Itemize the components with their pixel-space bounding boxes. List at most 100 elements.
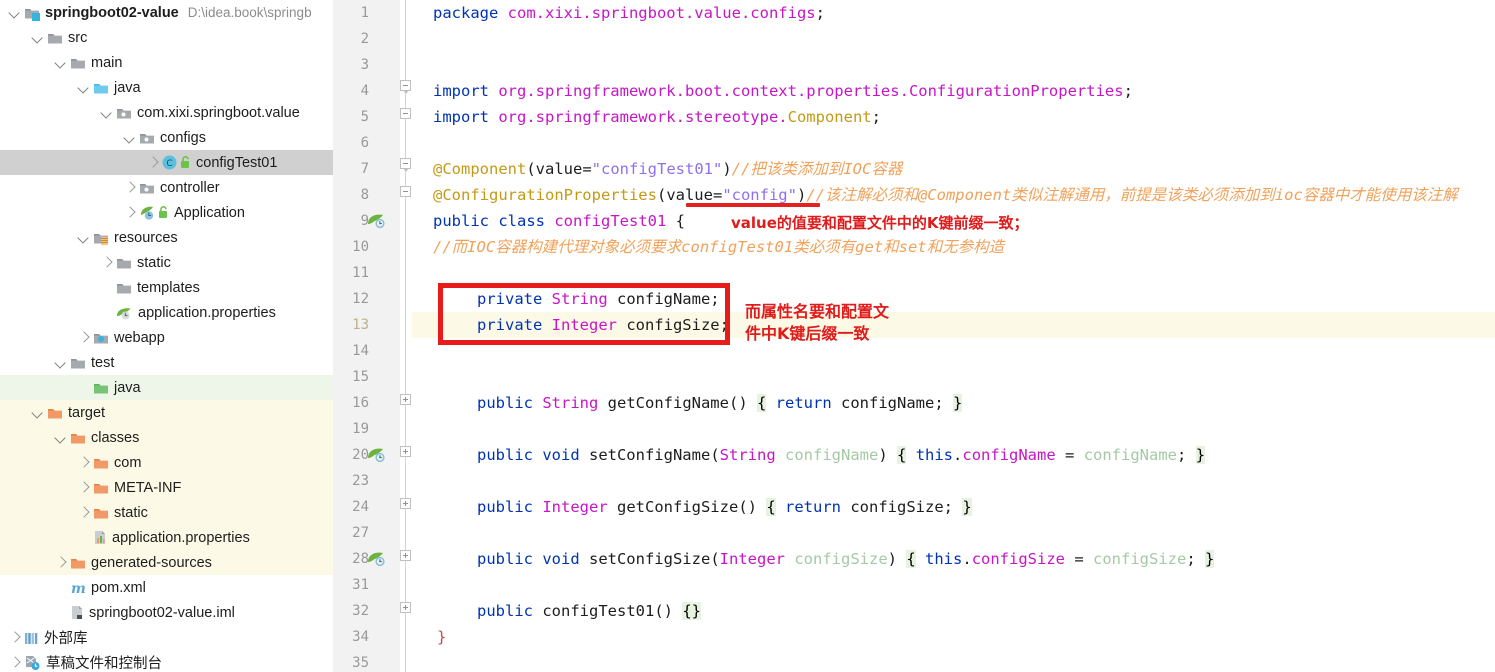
tree-row-controller[interactable]: controller (0, 175, 333, 200)
fold-box-constructor-32[interactable] (400, 602, 411, 613)
chevron-down-icon[interactable] (54, 431, 67, 444)
chevron-down-icon[interactable] (100, 106, 113, 119)
tree-row-application.properties[interactable]: application.properties (0, 300, 333, 325)
line-number[interactable]: 28 (333, 546, 369, 572)
code-line-9[interactable]: public class configTest01 { (433, 208, 685, 234)
tree-row-main[interactable]: main (0, 50, 333, 75)
line-number[interactable]: 24 (333, 494, 369, 520)
code-line-28[interactable]: public void setConfigSize(Integer config… (477, 546, 1215, 572)
line-number[interactable]: 11 (333, 260, 369, 286)
chevron-right-icon[interactable] (77, 481, 90, 494)
fold-box-method-28[interactable] (400, 550, 411, 561)
code-line-24[interactable]: public Integer getConfigSize() { return … (477, 494, 972, 520)
spring-bean-gutter-icon[interactable] (367, 213, 389, 229)
line-number[interactable]: 35 (333, 650, 369, 672)
tree-row-static[interactable]: static (0, 250, 333, 275)
line-number[interactable]: 10 (333, 234, 369, 260)
spring-bean-gutter-icon[interactable] (367, 447, 389, 463)
line-number[interactable]: 1 (333, 0, 369, 26)
line-number[interactable]: 3 (333, 52, 369, 78)
tree-row-src[interactable]: src (0, 25, 333, 50)
line-number[interactable]: 23 (333, 468, 369, 494)
line-number[interactable]: 15 (333, 364, 369, 390)
fold-box-method-20[interactable] (400, 446, 411, 457)
chevron-right-icon[interactable] (8, 656, 21, 669)
chevron-right-icon[interactable] (54, 556, 67, 569)
tree-row-springboot02-value.iml[interactable]: springboot02-value.iml (0, 600, 333, 625)
chevron-down-icon[interactable] (8, 6, 21, 19)
line-number[interactable]: 16 (333, 390, 369, 416)
line-number[interactable]: 5 (333, 104, 369, 130)
code-folding-strip[interactable] (400, 0, 412, 672)
tree-row-generated-sources[interactable]: generated-sources (0, 550, 333, 575)
line-number[interactable]: 2 (333, 26, 369, 52)
chevron-right-icon[interactable] (77, 506, 90, 519)
tree-row-META-INF[interactable]: META-INF (0, 475, 333, 500)
code-line-1[interactable]: package com.xixi.springboot.value.config… (433, 0, 825, 26)
chevron-right-icon[interactable] (8, 631, 21, 644)
line-number[interactable]: 12 (333, 286, 369, 312)
fold-box-method-24[interactable] (400, 498, 411, 509)
code-line-7[interactable]: @Component(value="configTest01")//把该类添加到… (433, 156, 902, 182)
line-number[interactable]: 8 (333, 182, 369, 208)
code-line-32[interactable]: public configTest01() {} (477, 598, 701, 624)
chevron-down-icon[interactable] (54, 356, 67, 369)
fold-arrow-import-block[interactable] (400, 80, 411, 95)
line-number[interactable]: 6 (333, 130, 369, 156)
line-number[interactable]: 32 (333, 598, 369, 624)
tree-row-springboot02-value[interactable]: springboot02-value D:\idea.book\springb (0, 0, 333, 25)
line-number[interactable]: 7 (333, 156, 369, 182)
fold-arrow-annotations[interactable] (400, 158, 411, 173)
code-line-16[interactable]: public String getConfigName() { return c… (477, 390, 963, 416)
code-line-10[interactable]: //而IOC容器构建代理对象必须要求configTest01类必须有get和se… (433, 234, 1004, 260)
chevron-down-icon[interactable] (31, 406, 44, 419)
tree-row-com.xixi.springboot.value[interactable]: com.xixi.springboot.value (0, 100, 333, 125)
line-number[interactable]: 20 (333, 442, 369, 468)
code-line-5[interactable]: import org.springframework.stereotype.Co… (433, 104, 881, 130)
chevron-right-icon[interactable] (146, 156, 159, 169)
chevron-right-icon[interactable] (77, 456, 90, 469)
chevron-right-icon[interactable] (123, 206, 136, 219)
fold-box-method-16[interactable] (400, 394, 411, 405)
tree-row-webapp[interactable]: webapp (0, 325, 333, 350)
chevron-right-icon[interactable] (100, 256, 113, 269)
tree-row-test[interactable]: test (0, 350, 333, 375)
line-number[interactable]: 9 (333, 208, 369, 234)
line-number[interactable]: 19 (333, 416, 369, 442)
tree-row-configTest01[interactable]: CconfigTest01 (0, 150, 333, 175)
tree-row-java[interactable]: java (0, 75, 333, 100)
code-editor[interactable]: 1 2 3 4 5 6 7 8 9 10 11 12 13 14 15 16 19 20 23 24 27 28 31 32 3… (333, 0, 1495, 672)
chevron-right-icon[interactable] (77, 331, 90, 344)
chevron-down-icon[interactable] (54, 56, 67, 69)
line-number[interactable]: 4 (333, 78, 369, 104)
line-number[interactable]: 34 (333, 624, 369, 650)
tree-row-com[interactable]: com (0, 450, 333, 475)
code-line-20[interactable]: public void setConfigName(String configN… (477, 442, 1206, 468)
tree-row-java[interactable]: java (0, 375, 333, 400)
tree-row-resources[interactable]: resources (0, 225, 333, 250)
chevron-down-icon[interactable] (123, 131, 136, 144)
tree-row-[interactable]: 外部库 (0, 625, 333, 650)
tree-row-[interactable]: 草稿文件和控制台 (0, 650, 333, 672)
tree-row-classes[interactable]: classes (0, 425, 333, 450)
tree-row-target[interactable]: target (0, 400, 333, 425)
chevron-down-icon[interactable] (77, 231, 90, 244)
line-number-gutter[interactable]: 1 2 3 4 5 6 7 8 9 10 11 12 13 14 15 16 19 20 23 24 27 28 31 32 3… (333, 0, 400, 672)
tree-row-pom.xml[interactable]: m pom.xml (0, 575, 333, 600)
chevron-down-icon[interactable] (77, 81, 90, 94)
fold-box-annotation[interactable] (400, 186, 411, 197)
tree-row-application.properties[interactable]: application.properties (0, 525, 333, 550)
chevron-down-icon[interactable] (31, 31, 44, 44)
fold-box-import[interactable] (400, 108, 411, 119)
line-number[interactable]: 31 (333, 572, 369, 598)
code-line-4[interactable]: import org.springframework.boot.context.… (433, 78, 1133, 104)
tree-row-configs[interactable]: configs (0, 125, 333, 150)
code-line-34[interactable]: } (437, 624, 446, 650)
line-number[interactable]: 13 (333, 312, 369, 338)
spring-bean-gutter-icon[interactable] (367, 551, 389, 567)
line-number[interactable]: 27 (333, 520, 369, 546)
tree-row-templates[interactable]: templates (0, 275, 333, 300)
tree-row-static[interactable]: static (0, 500, 333, 525)
code-line-8[interactable]: @ConfigurationProperties(value="config")… (433, 182, 1458, 208)
tree-row-Application[interactable]: Application (0, 200, 333, 225)
